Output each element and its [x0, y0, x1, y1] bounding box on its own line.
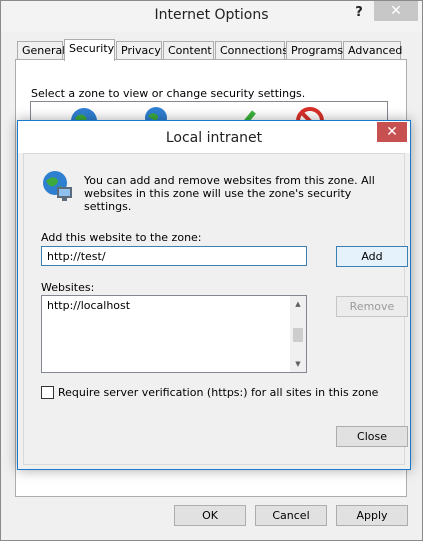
zone-prompt: Select a zone to view or change security… — [31, 87, 306, 100]
list-item[interactable]: http://localhost — [47, 299, 130, 312]
tab-advanced[interactable]: Advanced — [343, 41, 402, 60]
cancel-button[interactable]: Cancel — [255, 505, 327, 526]
scroll-up-icon[interactable]: ▲ — [294, 300, 302, 308]
tab-security[interactable]: Security — [64, 39, 115, 61]
websites-scrollbar[interactable]: ▲ ▼ — [290, 296, 306, 372]
scroll-down-icon[interactable]: ▼ — [294, 360, 302, 368]
ok-button[interactable]: OK — [174, 505, 246, 526]
outer-close-button[interactable]: ✕ — [374, 1, 418, 21]
local-intranet-icon — [43, 171, 72, 201]
outer-titlebar: Internet Options ? ✕ — [1, 1, 422, 32]
tab-connections[interactable]: Connections — [215, 41, 288, 60]
tab-general[interactable]: General — [17, 41, 65, 60]
add-website-input[interactable] — [41, 246, 307, 266]
websites-label: Websites: — [41, 281, 95, 294]
dialog-body: You can add and remove websites from thi… — [23, 153, 408, 465]
dialog-title: Local intranet — [165, 130, 263, 146]
local-intranet-dialog: Local intranet ✕ You can add and remove … — [17, 120, 411, 470]
help-button[interactable]: ? — [350, 4, 368, 22]
apply-button[interactable]: Apply — [336, 505, 408, 526]
websites-list[interactable]: http://localhost ▲ ▼ — [41, 295, 307, 373]
require-https-checkbox[interactable] — [41, 386, 54, 399]
remove-button[interactable]: Remove — [336, 296, 408, 317]
dialog-titlebar: Local intranet ✕ — [18, 121, 410, 153]
add-website-label: Add this website to the zone: — [41, 231, 202, 244]
dialog-close-x-button[interactable]: ✕ — [377, 122, 407, 142]
tab-content[interactable]: Content — [163, 41, 214, 60]
zone-info-text: You can add and remove websites from thi… — [84, 174, 375, 213]
close-button[interactable]: Close — [336, 426, 408, 447]
require-https-label: Require server verification (https:) for… — [58, 386, 379, 399]
tab-programs[interactable]: Programs — [286, 41, 343, 60]
tab-privacy[interactable]: Privacy — [116, 41, 162, 60]
add-button[interactable]: Add — [336, 246, 408, 267]
scroll-thumb[interactable] — [293, 328, 303, 342]
